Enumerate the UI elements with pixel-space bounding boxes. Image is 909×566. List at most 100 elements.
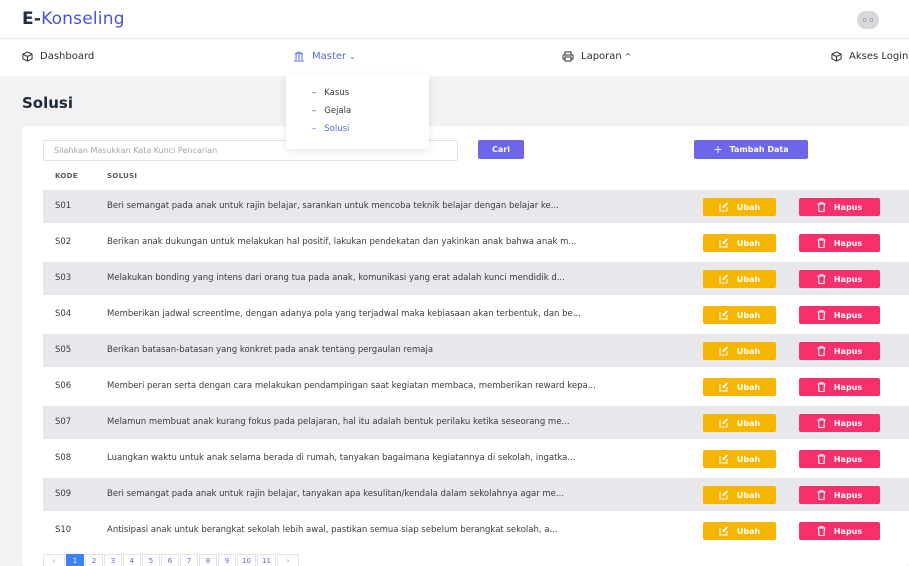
edit-button[interactable]: Ubah [703,198,776,216]
pagination-page-8[interactable]: 8 [199,554,217,566]
brand-prefix: E- [22,9,42,29]
nav-akses-login[interactable]: Akses Login [831,51,908,62]
delete-label: Hapus [833,274,863,284]
delete-label: Hapus [833,238,863,248]
edit-button[interactable]: Ubah [703,234,776,252]
printer-icon [562,51,574,62]
row-solusi: Beri semangat pada anak untuk rajin bela… [107,489,565,499]
edit-button[interactable]: Ubah [703,378,776,396]
edit-button[interactable]: Ubah [703,270,776,288]
delete-button[interactable]: Hapus [799,378,880,396]
row-solusi: Antisipasi anak untuk berangkat sekolah … [107,525,558,535]
brand-logo[interactable]: E-Konseling [22,9,125,29]
row-kode: S06 [55,381,72,391]
edit-button[interactable]: Ubah [703,486,776,504]
pagination-prev-button[interactable]: ‹ [43,554,65,566]
edit-button[interactable]: Ubah [703,306,776,324]
edit-label: Ubah [736,202,761,212]
delete-button[interactable]: Hapus [799,486,880,504]
edit-button[interactable]: Ubah [703,342,776,360]
trash-icon [817,454,826,464]
columns-icon [294,51,304,62]
table-row: S07 Melamun membuat anak kurang fokus pad… [43,406,909,439]
pagination: ‹ 1 2 3 4 5 6 7 8 9 10 11 › [43,554,300,566]
edit-label: Ubah [736,274,761,284]
table-row: S01 Beri semangat pada anak untuk rajin b… [43,190,909,223]
trash-icon [817,490,826,500]
delete-button[interactable]: Hapus [799,450,880,468]
nav-laporan[interactable]: Laporan ^ [562,51,631,62]
row-kode: S08 [55,453,72,463]
nav-master-label: Master [312,51,347,62]
table-row: S09 Beri semangat pada anak untuk rajin b… [43,478,909,511]
edit-button[interactable]: Ubah [703,414,776,432]
page-title: Solusi [22,94,73,112]
row-kode: S10 [55,525,72,535]
row-kode: S02 [55,237,72,247]
delete-button[interactable]: Hapus [799,270,880,288]
trash-icon [817,346,826,356]
pagination-next-button[interactable]: › [277,554,299,566]
avatar[interactable]: o o [857,11,879,29]
pagination-page-7[interactable]: 7 [180,554,198,566]
nav-dashboard[interactable]: Dashboard [22,51,94,62]
master-dropdown-menu: – Kasus – Gejala – Solusi [286,75,429,149]
table-row: S04 Memberikan jadwal screentime, dengan … [43,298,909,331]
delete-label: Hapus [833,310,863,320]
delete-label: Hapus [833,490,863,500]
pagination-page-1[interactable]: 1 [66,554,84,566]
table-row: S03 Melakukan bonding yang intens dari or… [43,262,909,295]
delete-button[interactable]: Hapus [799,414,880,432]
nav-master[interactable]: Master ⌄ [293,51,356,62]
trash-icon [817,202,826,212]
pagination-page-10[interactable]: 10 [237,554,256,566]
table-row: S02 Berikan anak dukungan untuk melakukan… [43,226,909,259]
add-data-label: Tambah Data [729,145,789,154]
pagination-page-4[interactable]: 4 [123,554,141,566]
pagination-page-3[interactable]: 3 [104,554,122,566]
pagination-page-6[interactable]: 6 [161,554,179,566]
table-row: S06 Memberi peran serta dengan cara melak… [43,370,909,403]
trash-icon [817,382,826,392]
dropdown-item-solusi[interactable]: – Solusi [312,124,349,134]
delete-label: Hapus [833,382,863,392]
delete-button[interactable]: Hapus [799,342,880,360]
edit-icon [719,202,729,212]
edit-icon [719,274,729,284]
dropdown-item-gejala[interactable]: – Gejala [312,106,351,116]
edit-label: Ubah [736,238,761,248]
edit-label: Ubah [736,418,761,428]
pagination-page-9[interactable]: 9 [218,554,236,566]
table-row: S05 Berikan batasan-batasan yang konkret … [43,334,909,367]
dropdown-item-label: Kasus [324,88,350,98]
delete-label: Hapus [833,526,863,536]
pagination-page-2[interactable]: 2 [85,554,103,566]
row-solusi: Melamun membuat anak kurang fokus pada p… [107,417,570,427]
delete-button[interactable]: Hapus [799,522,880,540]
delete-label: Hapus [833,454,863,464]
delete-button[interactable]: Hapus [799,198,880,216]
delete-button[interactable]: Hapus [799,234,880,252]
delete-button[interactable]: Hapus [799,306,880,324]
plus-icon: + [713,143,723,156]
edit-button[interactable]: Ubah [703,522,776,540]
edit-icon [719,310,729,320]
pagination-page-5[interactable]: 5 [142,554,160,566]
column-header-solusi: SOLUSI [107,172,138,180]
add-data-button[interactable]: + Tambah Data [694,140,808,159]
dropdown-item-label: Gejala [324,106,352,116]
edit-label: Ubah [736,310,761,320]
trash-icon [817,526,826,536]
row-solusi: Memberi peran serta dengan cara melakuka… [107,381,596,391]
trash-icon [817,238,826,248]
row-kode: S04 [55,309,72,319]
trash-icon [817,418,826,428]
edit-button[interactable]: Ubah [703,450,776,468]
edit-label: Ubah [736,490,761,500]
dropdown-item-kasus[interactable]: – Kasus [312,88,349,98]
edit-icon [719,418,729,428]
row-solusi: Memberikan jadwal screentime, dengan ada… [107,309,581,319]
row-kode: S07 [55,417,72,427]
search-button[interactable]: Cari [478,140,524,159]
pagination-page-11[interactable]: 11 [257,554,276,566]
